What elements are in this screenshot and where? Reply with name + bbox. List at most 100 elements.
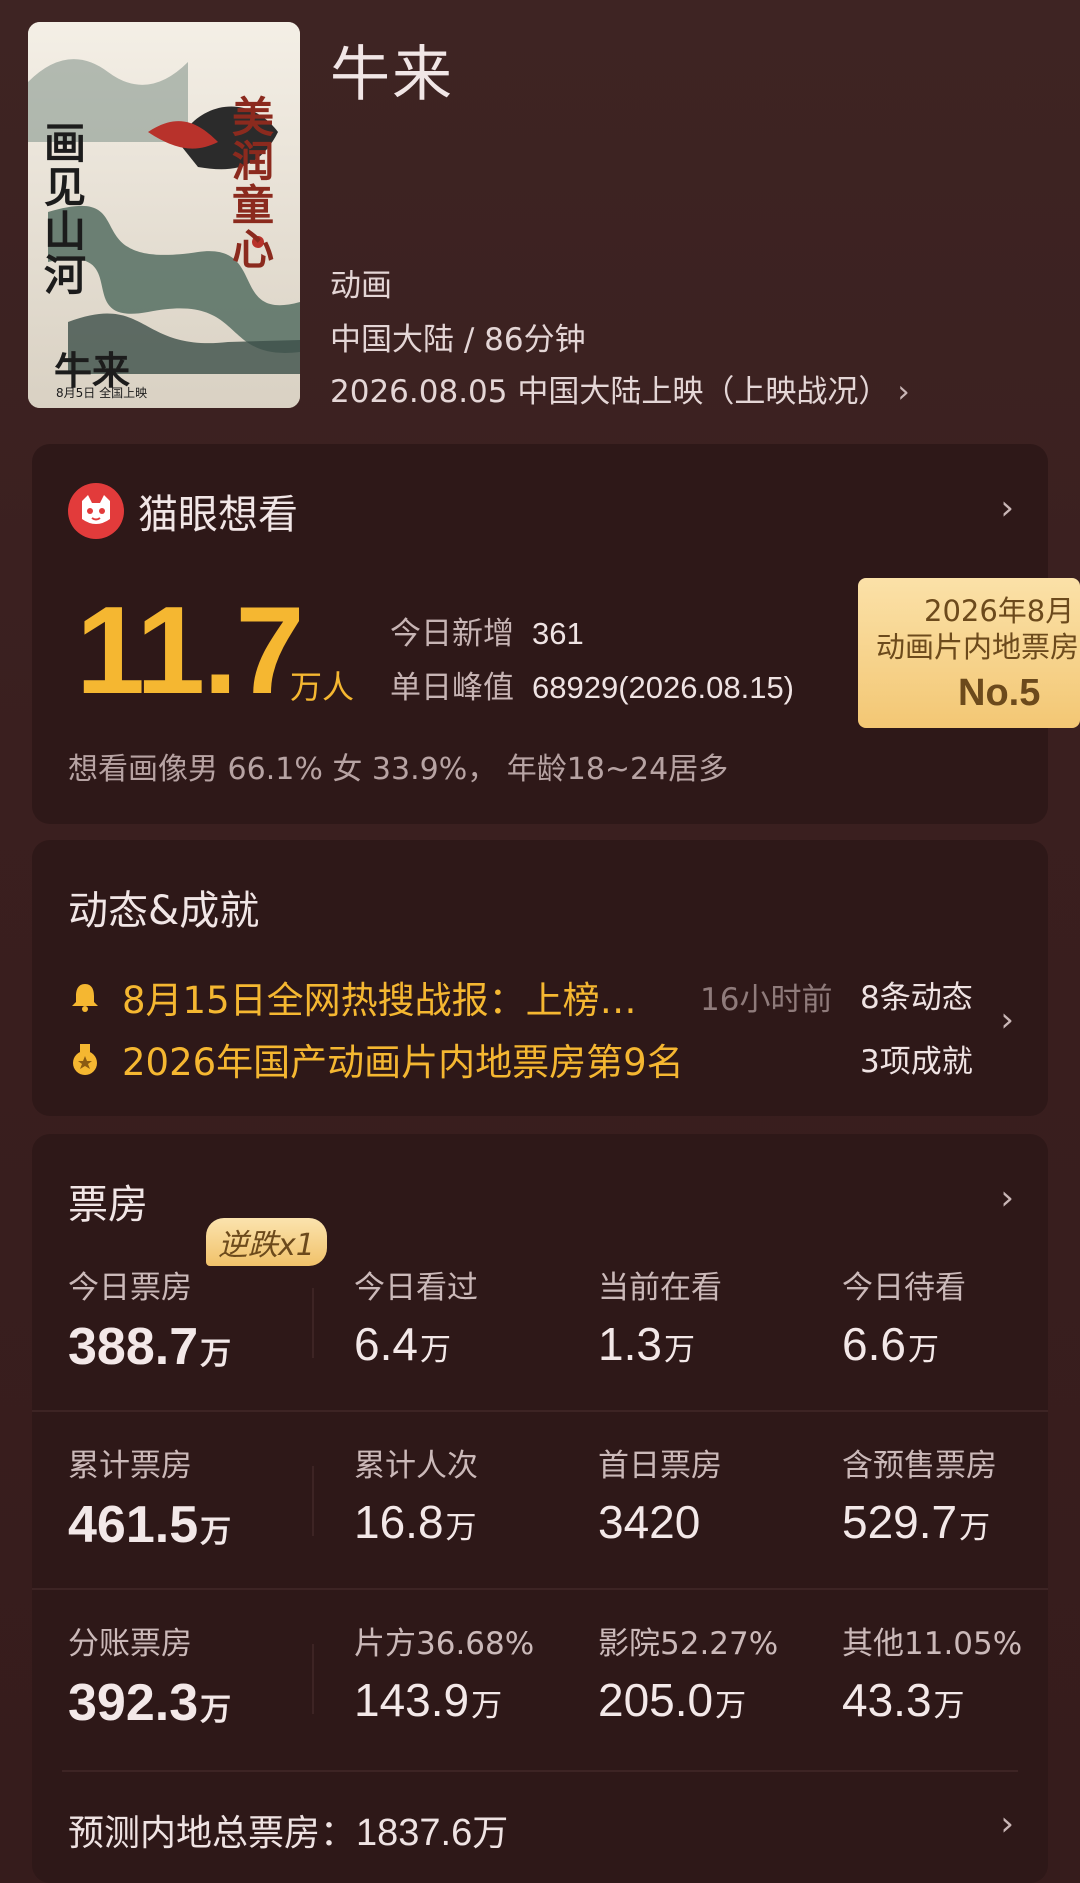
- stat-first-day: 首日票房 3420: [598, 1440, 722, 1549]
- stat-value: 1.3万: [598, 1317, 722, 1371]
- stat-label: 今日看过: [354, 1270, 478, 1306]
- stat-value: 205.0万: [598, 1673, 778, 1727]
- stat-number: 6.6: [842, 1318, 906, 1370]
- row-divider: [32, 1588, 1048, 1590]
- stat-value: 3420: [598, 1495, 722, 1549]
- stat-value: 461.5万: [68, 1495, 231, 1555]
- stat-number: 143.9: [354, 1674, 470, 1726]
- forecast-total[interactable]: 预测内地总票房：1837.6万: [68, 1804, 508, 1856]
- stat-label: 累计票房: [68, 1448, 192, 1484]
- stat-to-watch-today: 今日待看 6.6万: [842, 1262, 966, 1371]
- chevron-right-icon[interactable]: ›: [1000, 1178, 1014, 1218]
- stat-total-admissions: 累计人次 16.8万: [354, 1440, 478, 1549]
- stat-label: 片方36.68%: [354, 1626, 535, 1662]
- stat-label: 当前在看: [598, 1270, 722, 1306]
- stat-number: 43.3: [842, 1674, 932, 1726]
- movie-title: 牛来: [330, 40, 454, 110]
- release-text: 2026.08.05 中国大陆上映（上映战况）: [330, 374, 890, 410]
- stat-other-share: 其他11.05% 43.3万: [842, 1618, 1022, 1727]
- stat-total-box-office[interactable]: 累计票房 461.5万: [68, 1440, 231, 1555]
- want-to-see-unit: 万人: [290, 668, 355, 706]
- chevron-right-icon: ›: [897, 374, 910, 410]
- stat-unit: 万: [200, 1514, 232, 1550]
- stat-watching-now: 当前在看 1.3万: [598, 1262, 722, 1371]
- stat-value: 392.3万: [68, 1673, 231, 1733]
- movie-release-link[interactable]: 2026.08.05 中国大陆上映（上映战况） ›: [330, 366, 910, 411]
- stat-number: 529.7: [842, 1496, 958, 1548]
- movie-header: 画见山河 美润童心 牛来 8月5日 全国上映 牛来 动画 中国大陆 / 86分钟…: [0, 0, 1080, 430]
- stat-number: 1.3: [598, 1318, 662, 1370]
- daily-peak-label: 单日峰值: [390, 670, 514, 706]
- stat-label: 首日票房: [598, 1448, 722, 1484]
- rank-badge[interactable]: 2026年8月 动画片内地票房 No.5: [858, 578, 1080, 728]
- dynamics-count: 8条动态: [860, 980, 973, 1016]
- column-divider: [312, 1466, 314, 1536]
- movie-genre: 动画: [330, 268, 392, 304]
- maoyan-cat-icon: [68, 483, 124, 539]
- stat-number: 388.7: [68, 1318, 199, 1376]
- poster-text-right: 美润童心: [232, 93, 275, 275]
- dynamic-item[interactable]: 8月15日全网热搜战报：上榜…: [68, 970, 637, 1024]
- stat-label: 分账票房: [68, 1626, 192, 1662]
- stat-unit: 万: [663, 1332, 695, 1368]
- stat-label: 影院52.27%: [598, 1626, 779, 1662]
- forecast-value: 1837.6: [356, 1812, 473, 1854]
- stat-today-box-office[interactable]: 今日票房 388.7万: [68, 1262, 231, 1377]
- stat-cinema-share: 影院52.27% 205.0万: [598, 1618, 778, 1727]
- dynamics-title: 动态&成就: [68, 888, 260, 934]
- stat-value: 6.6万: [842, 1317, 966, 1371]
- bell-icon: [72, 984, 98, 1012]
- stat-number: 3420: [598, 1496, 701, 1548]
- stat-value: 16.8万: [354, 1495, 478, 1549]
- stat-label: 今日票房: [68, 1270, 192, 1306]
- today-new-value: 361: [532, 616, 584, 651]
- stat-label: 含预售票房: [842, 1448, 997, 1484]
- poster-release-date: 8月5日 全国上映: [56, 386, 148, 400]
- want-to-see-header: 猫眼想看: [68, 482, 298, 540]
- stat-unit: 万: [200, 1336, 232, 1372]
- dynamics-card[interactable]: 动态&成就 8月15日全网热搜战报：上榜… 16小时前 2026年国产动画片内地…: [32, 840, 1048, 1116]
- stat-unit: 万: [933, 1688, 965, 1724]
- stat-unit: 万: [715, 1688, 747, 1724]
- stat-producer-share: 片方36.68% 143.9万: [354, 1618, 534, 1727]
- stat-value: 143.9万: [354, 1673, 534, 1727]
- daily-peak-value: 68929(2026.08.15): [532, 670, 795, 705]
- reversal-badge: 逆跌x1: [206, 1218, 327, 1266]
- stat-value: 43.3万: [842, 1673, 1022, 1727]
- chevron-right-icon[interactable]: ›: [1000, 488, 1014, 528]
- dynamic-item-time: 16小时前: [700, 982, 833, 1018]
- daily-peak-stat: 单日峰值 68929(2026.08.15): [390, 662, 794, 707]
- forecast-unit: 万: [472, 1813, 509, 1854]
- box-office-card[interactable]: 票房 › 逆跌x1 今日票房 388.7万 今日看过 6.4万 当前在看 1.3…: [32, 1134, 1048, 1883]
- box-office-title: 票房: [68, 1182, 148, 1228]
- stat-unit: 万: [445, 1510, 477, 1546]
- stat-unit: 万: [200, 1692, 232, 1728]
- achievement-item-text: 2026年国产动画片内地票房第9名: [122, 1041, 684, 1084]
- stat-label: 累计人次: [354, 1448, 478, 1484]
- poster-text-left: 画见山河: [44, 119, 87, 301]
- want-to-see-count: 11.7: [76, 582, 304, 720]
- stat-value: 6.4万: [354, 1317, 478, 1371]
- movie-poster[interactable]: 画见山河 美润童心 牛来 8月5日 全国上映: [28, 22, 300, 408]
- stat-number: 6.4: [354, 1318, 418, 1370]
- stat-unit: 万: [471, 1688, 503, 1724]
- achievements-count: 3项成就: [860, 1044, 973, 1080]
- column-divider: [312, 1644, 314, 1714]
- rank-badge-category: 动画片内地票房: [876, 630, 1080, 664]
- forecast-label: 预测内地总票房：: [68, 1813, 357, 1854]
- stat-split-box-office[interactable]: 分账票房 392.3万: [68, 1618, 231, 1733]
- stat-number: 205.0: [598, 1674, 714, 1726]
- achievement-item[interactable]: 2026年国产动画片内地票房第9名: [68, 1032, 684, 1086]
- chevron-right-icon[interactable]: ›: [1000, 1000, 1014, 1040]
- column-divider: [312, 1288, 314, 1358]
- today-new-label: 今日新增: [390, 616, 514, 652]
- row-divider: [62, 1770, 1018, 1772]
- stat-unit: 万: [907, 1332, 939, 1368]
- chevron-right-icon[interactable]: ›: [1000, 1804, 1014, 1844]
- row-divider: [32, 1410, 1048, 1412]
- medal-icon: [73, 1044, 97, 1075]
- rank-badge-number: No.5: [958, 672, 1041, 714]
- dynamic-item-text: 8月15日全网热搜战报：上榜…: [122, 979, 637, 1022]
- movie-region-duration: 中国大陆 / 86分钟: [330, 322, 586, 358]
- stat-number: 16.8: [354, 1496, 444, 1548]
